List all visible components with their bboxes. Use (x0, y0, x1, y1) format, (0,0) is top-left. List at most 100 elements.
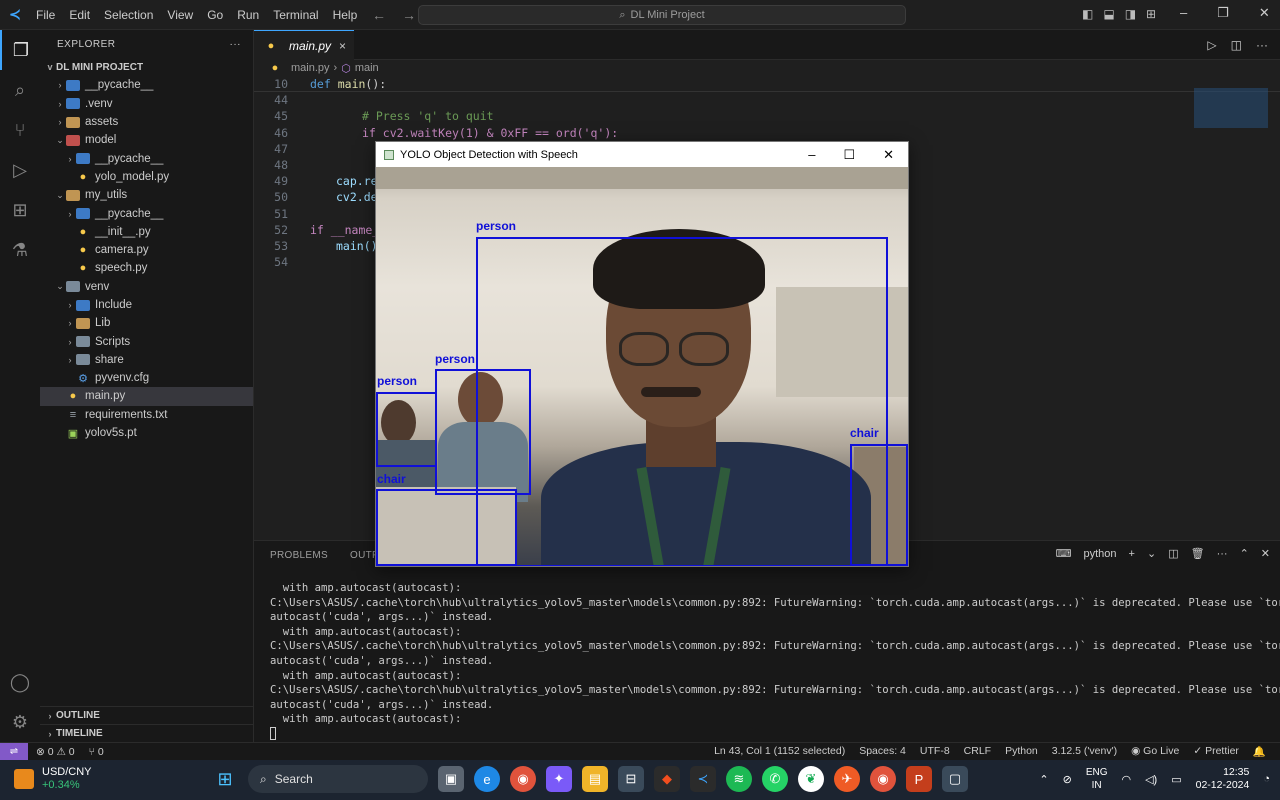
toggle-panel-icon[interactable]: ⬓ (1103, 7, 1114, 21)
minimize-icon[interactable]: – (808, 147, 815, 163)
toggle-secondary-sidebar-icon[interactable]: ◨ (1125, 7, 1136, 21)
minimap[interactable] (1194, 76, 1268, 136)
tree-item[interactable]: › .venv (40, 95, 253, 113)
account-icon[interactable]: ◯ (0, 662, 40, 702)
search-view-icon[interactable]: ⌕ (0, 70, 40, 110)
close-panel-icon[interactable]: ✕ (1261, 547, 1270, 560)
volume-icon[interactable]: ◁) (1145, 773, 1157, 786)
yolo-detection-window[interactable]: YOLO Object Detection with Speech – ☐ ✕ … (375, 141, 909, 567)
forward-arrow-icon[interactable]: → (402, 7, 416, 23)
clock[interactable]: 12:35 02-12-2024 (1196, 766, 1250, 792)
breadcrumb-file[interactable]: main.py (291, 62, 330, 74)
prettier-button[interactable]: ✓ Prettier (1193, 745, 1239, 758)
code-line[interactable]: 46 if cv2.waitKey(1) & 0xFF == ord('q'): (254, 125, 1280, 141)
spotify-icon[interactable]: ≋ (726, 766, 752, 792)
tree-item[interactable]: › Scripts (40, 332, 253, 350)
python-window-icon[interactable]: ▢ (942, 766, 968, 792)
explorer-icon[interactable]: ❐ (0, 30, 40, 70)
project-root[interactable]: v DL MINI PROJECT (40, 58, 253, 76)
toggle-sidebar-icon[interactable]: ◧ (1082, 7, 1093, 21)
terminal-output[interactable]: with amp.autocast(autocast): C:\Users\ASU… (254, 569, 1280, 742)
task-view-icon[interactable]: ▣ (438, 766, 464, 792)
python-interpreter[interactable]: 3.12.5 ('venv') (1052, 745, 1117, 758)
tree-item[interactable]: ⚙ pyvenv.cfg (40, 369, 253, 387)
chevron-down-icon[interactable]: ⌄ (1147, 547, 1156, 560)
menu-go[interactable]: Go (207, 8, 223, 22)
powerpoint-icon[interactable]: P (906, 766, 932, 792)
cursor-position[interactable]: Ln 43, Col 1 (1152 selected) (714, 745, 845, 758)
manage-gear-icon[interactable]: ⚙ (0, 702, 40, 742)
tree-item[interactable]: ⌄ venv (40, 278, 253, 296)
minimap-slider[interactable] (1194, 88, 1268, 128)
notifications-bell-icon[interactable]: 🔔 (1253, 745, 1266, 758)
split-terminal-icon[interactable]: ◫ (1168, 547, 1178, 560)
run-debug-icon[interactable]: ▷ (0, 150, 40, 190)
outline-section[interactable]: › OUTLINE (40, 706, 254, 724)
run-file-icon[interactable]: ▷ (1207, 38, 1216, 52)
tree-item[interactable]: ● camera.py (40, 241, 253, 259)
vscode-taskbar-icon[interactable]: ≺ (690, 766, 716, 792)
problems-count[interactable]: ⊗ 0 ⚠ 0 (36, 746, 75, 758)
notification-icon[interactable]: ◔ (1263, 773, 1270, 785)
microsoft-store-icon[interactable]: ⊟ (618, 766, 644, 792)
chrome-icon[interactable]: ◉ (510, 766, 536, 792)
menu-selection[interactable]: Selection (104, 8, 153, 22)
indentation[interactable]: Spaces: 4 (859, 745, 906, 758)
menu-terminal[interactable]: Terminal (273, 8, 318, 22)
more-actions-icon[interactable]: ··· (1217, 548, 1228, 560)
close-window-icon[interactable]: ✕ (1259, 5, 1270, 21)
back-arrow-icon[interactable]: ← (372, 7, 386, 23)
terminal-name[interactable]: python (1084, 548, 1117, 560)
tree-item[interactable]: ● __init__.py (40, 223, 253, 241)
extensions-icon[interactable]: ⊞ (0, 190, 40, 230)
file-explorer-icon[interactable]: ▤ (582, 766, 608, 792)
sticky-scroll-line[interactable]: 10 def main (): (254, 76, 1280, 93)
menu-edit[interactable]: Edit (69, 8, 90, 22)
testing-icon[interactable]: ⚗ (0, 230, 40, 270)
breadcrumb-symbol[interactable]: main (355, 62, 379, 74)
maximize-icon[interactable]: ❐ (1217, 5, 1229, 21)
encoding[interactable]: UTF-8 (920, 745, 950, 758)
minimize-icon[interactable]: – (1180, 5, 1187, 21)
tree-item[interactable]: › Include (40, 296, 253, 314)
tree-item[interactable]: ≡ requirements.txt (40, 406, 253, 424)
edge-browser-icon[interactable]: e (474, 766, 500, 792)
menu-view[interactable]: View (167, 8, 193, 22)
language-indicator[interactable]: ENG IN (1086, 766, 1108, 792)
menu-run[interactable]: Run (237, 8, 259, 22)
tree-item[interactable]: › __pycache__ (40, 76, 253, 94)
tab-main-py[interactable]: ● main.py × (254, 30, 354, 60)
tree-item[interactable]: › share (40, 351, 253, 369)
language-mode[interactable]: Python (1005, 745, 1038, 758)
remote-indicator-icon[interactable]: ⇌ (0, 742, 28, 761)
customize-layout-icon[interactable]: ⊞ (1146, 7, 1156, 21)
source-control-icon[interactable]: ⑂ (0, 110, 40, 150)
close-tab-icon[interactable]: × (339, 39, 346, 53)
maximize-icon[interactable]: ☐ (843, 147, 855, 163)
menu-file[interactable]: File (36, 8, 55, 22)
close-window-icon[interactable]: ✕ (883, 147, 894, 163)
code-line[interactable]: 44 (254, 92, 1280, 108)
stock-widget[interactable]: USD/CNY +0.34% (14, 766, 92, 792)
maximize-panel-icon[interactable]: ⌃ (1240, 547, 1249, 560)
editor-more-icon[interactable]: ··· (1256, 38, 1268, 52)
split-editor-icon[interactable]: ◫ (1231, 38, 1242, 52)
tree-item[interactable]: › Lib (40, 314, 253, 332)
start-windows-icon[interactable]: ⊞ (212, 766, 238, 792)
tree-item[interactable]: ⌄ model (40, 131, 253, 149)
tree-item[interactable]: ● yolo_model.py (40, 168, 253, 186)
chevron-up-icon[interactable]: ⌃ (1039, 773, 1048, 786)
tree-item[interactable]: ● main.py (40, 387, 253, 406)
tree-item[interactable]: › __pycache__ (40, 149, 253, 167)
whatsapp-icon[interactable]: ✆ (762, 766, 788, 792)
more-actions-icon[interactable]: ··· (230, 39, 242, 50)
ports-count[interactable]: ⑂ 0 (89, 746, 104, 758)
tree-item[interactable]: › __pycache__ (40, 204, 253, 222)
go-live-button[interactable]: ◉ Go Live (1131, 745, 1179, 758)
tree-item[interactable]: ● speech.py (40, 259, 253, 277)
chrome-profile-icon[interactable]: ◉ (870, 766, 896, 792)
tree-item[interactable]: › assets (40, 113, 253, 131)
command-center[interactable]: ⌕ DL Mini Project (418, 5, 906, 25)
code-line[interactable]: 45 # Press 'q' to quit (254, 108, 1280, 124)
wifi-icon[interactable]: ◠ (1121, 773, 1131, 786)
